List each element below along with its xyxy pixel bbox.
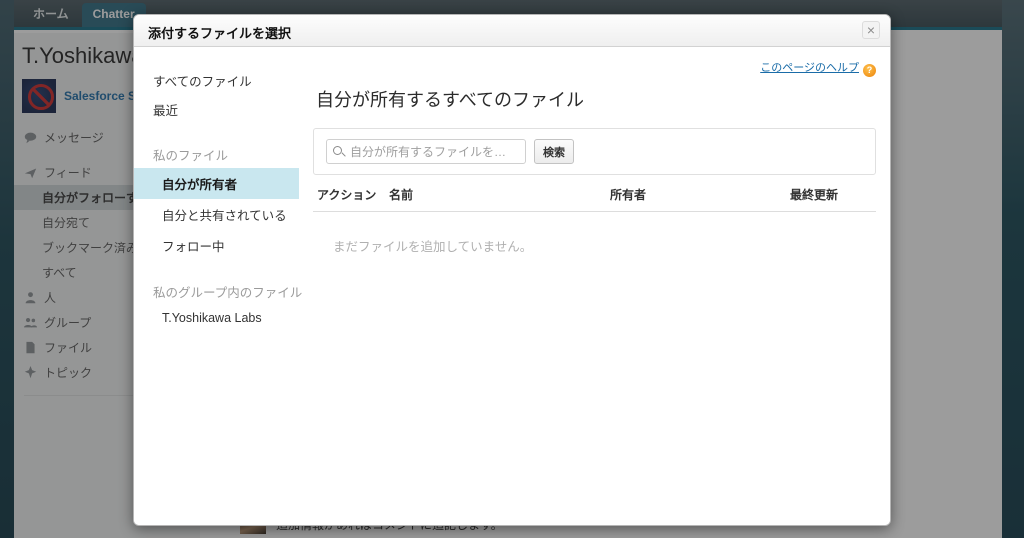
modal-content: このページのヘルプ? 自分が所有するすべてのファイル 検索 アクション 名前 所…: [299, 48, 890, 525]
table-header-row: アクション 名前 所有者 最終更新: [313, 177, 876, 212]
content-title: 自分が所有するすべてのファイル: [316, 90, 585, 110]
files-table: アクション 名前 所有者 最終更新: [313, 177, 876, 212]
sidebar-group-my-files: 私のファイル: [153, 149, 229, 163]
sidebar-item-recent[interactable]: 最近: [134, 95, 299, 124]
sidebar-item-owned-by-me[interactable]: 自分が所有者: [134, 168, 299, 199]
search-icon: [333, 146, 342, 155]
help-question-icon[interactable]: ?: [863, 64, 876, 77]
page-help-link[interactable]: このページのヘルプ: [760, 62, 859, 74]
sidebar-item-group-yoshikawa-labs[interactable]: T.Yoshikawa Labs: [134, 305, 299, 331]
search-input-wrapper: [326, 139, 526, 164]
column-header-owner[interactable]: 所有者: [606, 177, 786, 212]
sidebar-item-following[interactable]: フォロー中: [134, 230, 299, 261]
modal-sidebar: すべてのファイル 最近 私のファイル 自分が所有者 自分と共有されている フォロ…: [134, 48, 303, 525]
close-icon[interactable]: ×: [862, 21, 880, 39]
column-header-action[interactable]: アクション: [313, 177, 385, 212]
sidebar-item-shared-with-me[interactable]: 自分と共有されている: [134, 199, 299, 230]
search-bar: 検索: [313, 128, 876, 175]
search-button[interactable]: 検索: [534, 139, 574, 164]
search-input[interactable]: [326, 139, 526, 164]
sidebar-group-my-groups: 私のグループ内のファイル: [153, 286, 303, 300]
modal-header: 添付するファイルを選択 ×: [134, 15, 890, 47]
modal-title: 添付するファイルを選択: [148, 26, 292, 41]
column-header-name[interactable]: 名前: [385, 177, 606, 212]
modal-body: すべてのファイル 最近 私のファイル 自分が所有者 自分と共有されている フォロ…: [134, 48, 890, 525]
column-header-modified[interactable]: 最終更新: [786, 177, 876, 212]
files-table-head: アクション 名前 所有者 最終更新: [313, 177, 876, 212]
sidebar-item-all-files[interactable]: すべてのファイル: [134, 66, 299, 95]
select-file-modal: 添付するファイルを選択 × すべてのファイル 最近 私のファイル 自分が所有者 …: [133, 14, 891, 526]
empty-state-message: まだファイルを追加していません。: [333, 240, 533, 254]
help-row: このページのヘルプ?: [313, 58, 876, 78]
